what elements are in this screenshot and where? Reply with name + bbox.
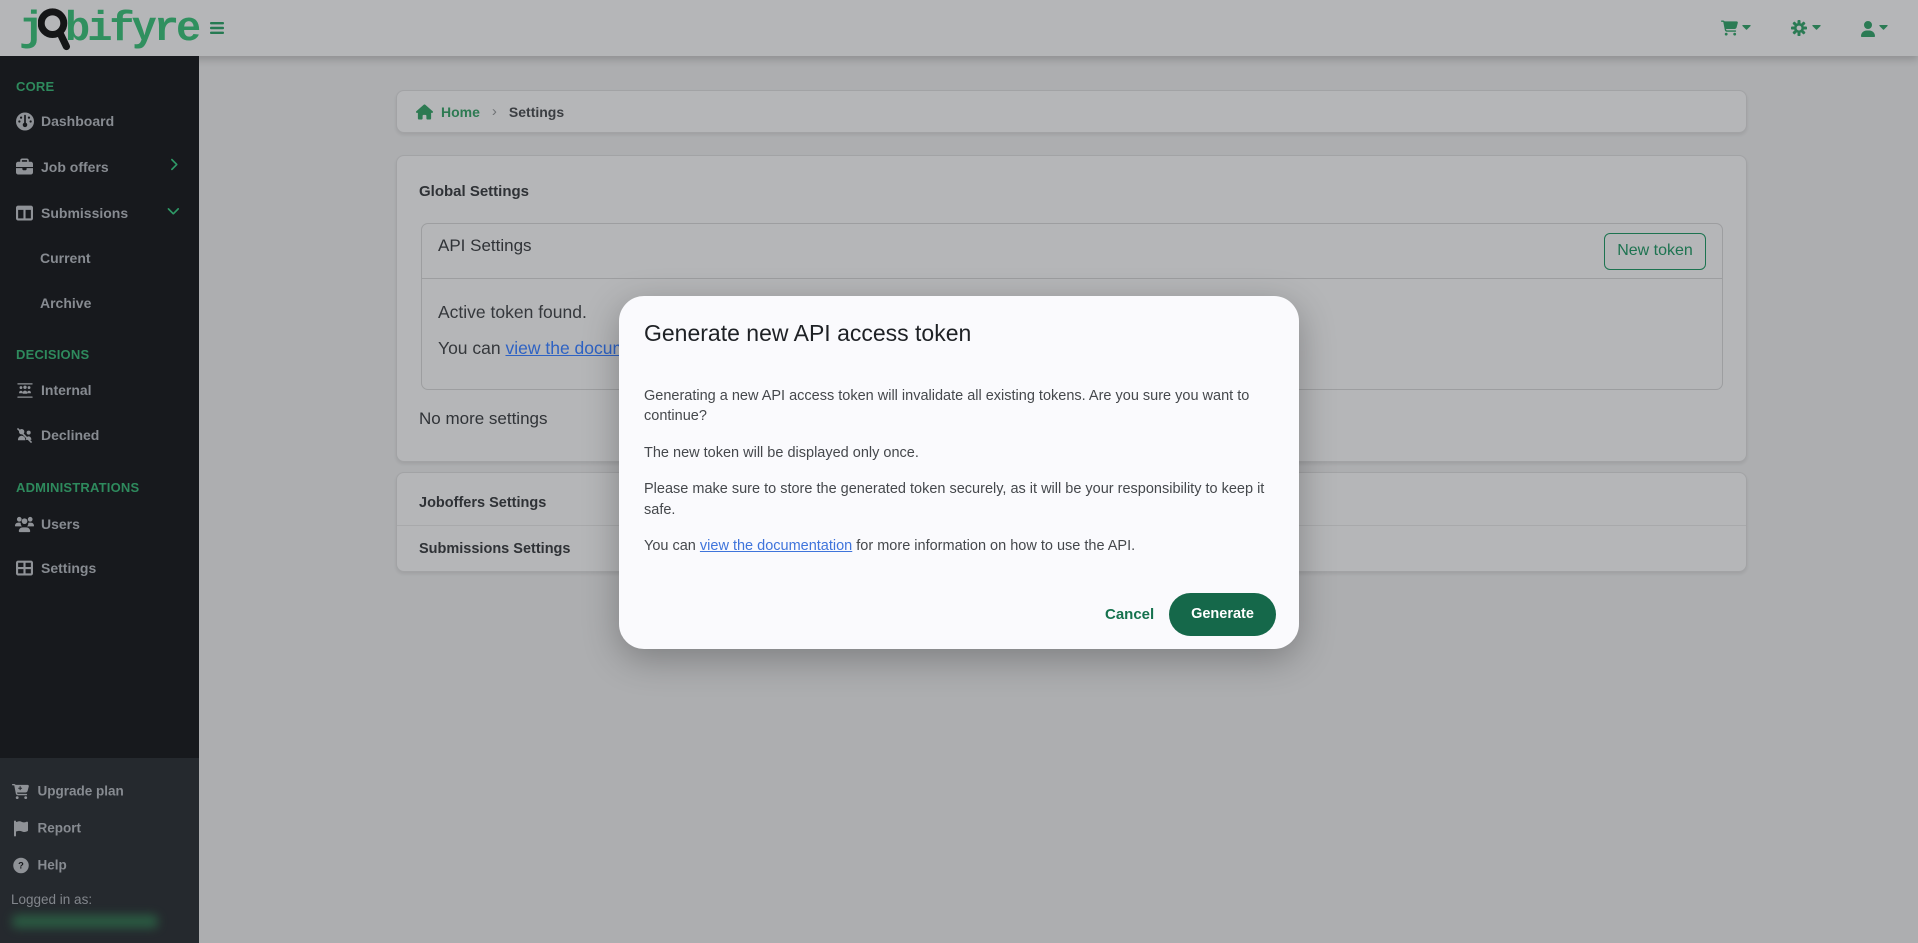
svg-text:?: ? [18, 860, 24, 870]
